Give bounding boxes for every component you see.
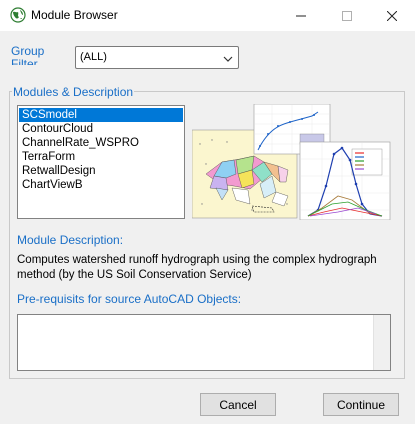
- group-filter-value: (ALL): [80, 51, 107, 63]
- module-description-title: Module Description:: [17, 233, 124, 247]
- close-icon: [387, 10, 397, 21]
- modules-listbox[interactable]: SCSmodel ContourCloud ChannelRate_WSPRO …: [17, 105, 185, 219]
- module-item-scsmodel[interactable]: SCSmodel: [19, 108, 183, 122]
- chevron-down-icon: [223, 53, 233, 65]
- minimize-button[interactable]: [278, 0, 324, 31]
- modules-section-title: Modules & Description: [12, 85, 135, 99]
- prerequisites-title: Pre-requisits for source AutoCAD Objects…: [17, 292, 242, 306]
- close-button[interactable]: [369, 0, 415, 31]
- module-item-channelrate-wspro[interactable]: ChannelRate_WSPRO: [19, 136, 183, 150]
- window-title: Module Browser: [31, 8, 118, 22]
- maximize-icon: [342, 10, 352, 21]
- group-filter-dropdown[interactable]: (ALL): [75, 46, 239, 69]
- continue-button[interactable]: Continue: [323, 393, 399, 416]
- globe-app-icon: [10, 7, 26, 23]
- maximize-button: [324, 0, 370, 31]
- minimize-icon: [296, 15, 306, 16]
- prerequisites-textarea[interactable]: [17, 314, 391, 371]
- module-item-retwalldesign[interactable]: RetwallDesign: [19, 164, 183, 178]
- module-description-text: Computes watershed runoff hydrograph usi…: [17, 254, 377, 281]
- module-item-terraform[interactable]: TerraForm: [19, 150, 183, 164]
- module-item-chartviewb[interactable]: ChartViewB: [19, 178, 183, 192]
- prerequisites-scrollbar[interactable]: [373, 315, 390, 370]
- module-item-contourcloud[interactable]: ContourCloud: [19, 122, 183, 136]
- module-preview-image: [191, 103, 392, 221]
- cancel-button[interactable]: Cancel: [200, 393, 276, 416]
- group-filter-label: Group Filter: [11, 45, 45, 65]
- title-bar: Module Browser: [0, 0, 415, 31]
